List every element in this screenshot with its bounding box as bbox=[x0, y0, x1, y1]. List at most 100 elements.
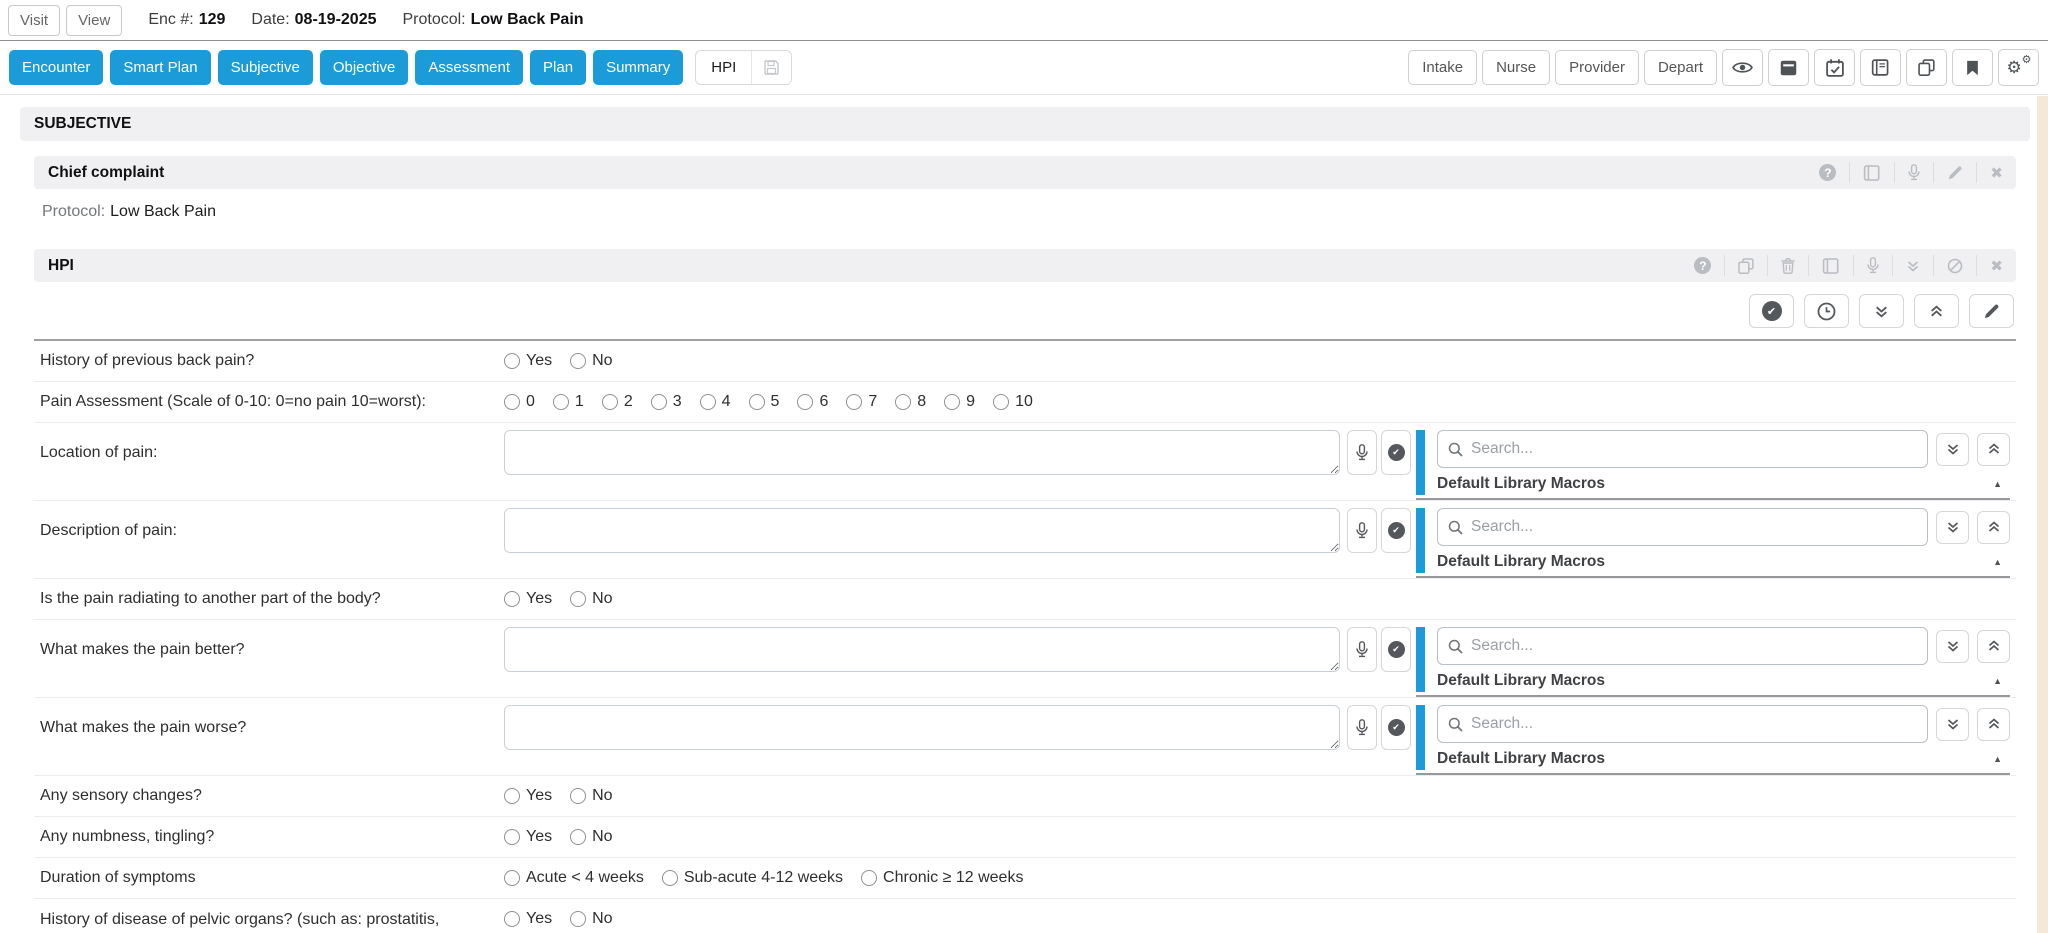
chevron-double-up-icon[interactable] bbox=[1914, 294, 1959, 328]
search-icon bbox=[1448, 442, 1463, 457]
macros-library-toggle[interactable]: Default Library Macros ▲ bbox=[1437, 743, 2010, 770]
nav-objective-button[interactable]: Objective bbox=[320, 50, 409, 85]
macro-search-input[interactable] bbox=[1471, 440, 1917, 458]
nav-smart-plan-button[interactable]: Smart Plan bbox=[110, 50, 210, 85]
depart-button[interactable]: Depart bbox=[1644, 50, 1717, 85]
tab-hpi[interactable]: HPI bbox=[695, 50, 792, 85]
microphone-icon[interactable] bbox=[1853, 255, 1892, 276]
macros-library-toggle[interactable]: Default Library Macros ▲ bbox=[1437, 468, 2010, 495]
chevron-double-down-icon[interactable] bbox=[1936, 708, 1969, 741]
radio-option-8[interactable]: 8 bbox=[895, 393, 926, 411]
help-icon[interactable]: ? bbox=[1806, 162, 1849, 183]
answer-textarea[interactable] bbox=[504, 705, 1340, 750]
radio-option-2[interactable]: 2 bbox=[602, 393, 633, 411]
trash-icon[interactable] bbox=[1767, 255, 1808, 276]
radio-option-5[interactable]: 5 bbox=[749, 393, 780, 411]
calendar-check-icon[interactable] bbox=[1814, 49, 1855, 86]
visit-button[interactable]: Visit bbox=[8, 5, 60, 36]
protocol-label: Protocol: bbox=[42, 203, 105, 220]
radio-option-subacute[interactable]: Sub-acute 4-12 weeks bbox=[662, 869, 843, 887]
answer-textarea[interactable] bbox=[504, 627, 1340, 672]
ban-icon[interactable] bbox=[1933, 255, 1976, 276]
chevron-double-up-icon[interactable] bbox=[1977, 630, 2010, 663]
nurse-button[interactable]: Nurse bbox=[1482, 50, 1550, 85]
radio-option-4[interactable]: 4 bbox=[700, 393, 731, 411]
chevron-double-down-icon[interactable] bbox=[1936, 433, 1969, 466]
chevron-double-down-icon[interactable] bbox=[1936, 511, 1969, 544]
view-button[interactable]: View bbox=[66, 5, 122, 36]
check-circle-icon[interactable]: ✔ bbox=[1381, 430, 1411, 475]
macro-search-input[interactable] bbox=[1471, 715, 1917, 733]
eye-icon[interactable] bbox=[1722, 49, 1763, 86]
microphone-icon[interactable] bbox=[1347, 508, 1377, 553]
check-circle-icon[interactable]: ✔ bbox=[1381, 705, 1411, 750]
radio-option-1[interactable]: 1 bbox=[553, 393, 584, 411]
nav-plan-button[interactable]: Plan bbox=[530, 50, 586, 85]
check-circle-icon[interactable]: ✔ bbox=[1381, 627, 1411, 672]
answer-textarea[interactable] bbox=[504, 430, 1340, 475]
search-icon bbox=[1448, 639, 1463, 654]
radio-option-0[interactable]: 0 bbox=[504, 393, 535, 411]
radio-option-yes[interactable]: Yes bbox=[504, 352, 552, 370]
pencil-icon[interactable] bbox=[1969, 294, 2014, 328]
radio-circle bbox=[602, 394, 618, 410]
chevron-double-up-icon[interactable] bbox=[1977, 708, 2010, 741]
radio-option-acute[interactable]: Acute < 4 weeks bbox=[504, 869, 644, 887]
toolbar: Encounter Smart Plan Subjective Objectiv… bbox=[0, 41, 2048, 95]
help-icon[interactable]: ? bbox=[1681, 255, 1724, 276]
bookmark-icon[interactable] bbox=[1952, 49, 1993, 86]
macro-search-input[interactable] bbox=[1471, 637, 1917, 655]
radio-option-yes[interactable]: Yes bbox=[504, 828, 552, 846]
radio-option-no[interactable]: No bbox=[570, 787, 612, 805]
microphone-icon[interactable] bbox=[1347, 430, 1377, 475]
help-glyph: ? bbox=[1694, 257, 1711, 274]
radio-option-no[interactable]: No bbox=[570, 828, 612, 846]
question-label: What makes the pain worse? bbox=[40, 705, 504, 740]
provider-button[interactable]: Provider bbox=[1555, 50, 1639, 85]
close-icon[interactable]: ✖ bbox=[1976, 255, 2016, 276]
check-circle-icon[interactable]: ✔ bbox=[1749, 294, 1794, 328]
copy-icon[interactable] bbox=[1724, 255, 1767, 276]
nav-assessment-button[interactable]: Assessment bbox=[415, 50, 523, 85]
answer-textarea[interactable] bbox=[504, 508, 1340, 553]
radio-option-3[interactable]: 3 bbox=[651, 393, 682, 411]
chevron-double-down-icon[interactable] bbox=[1936, 630, 1969, 663]
check-circle-icon[interactable]: ✔ bbox=[1381, 508, 1411, 553]
radio-option-no[interactable]: No bbox=[570, 910, 612, 928]
book-icon[interactable] bbox=[1860, 49, 1901, 86]
gears-icon[interactable]: ⚙⚙ bbox=[1998, 49, 2039, 86]
close-icon[interactable]: ✖ bbox=[1976, 162, 2016, 183]
microphone-icon[interactable] bbox=[1894, 162, 1933, 183]
nav-encounter-button[interactable]: Encounter bbox=[9, 50, 103, 85]
radio-option-yes[interactable]: Yes bbox=[504, 910, 552, 928]
radio-option-yes[interactable]: Yes bbox=[504, 787, 552, 805]
book-icon[interactable] bbox=[1808, 255, 1853, 276]
microphone-icon[interactable] bbox=[1347, 705, 1377, 750]
chevron-double-up-icon[interactable] bbox=[1977, 433, 2010, 466]
pencil-icon[interactable] bbox=[1933, 162, 1976, 183]
intake-button[interactable]: Intake bbox=[1408, 50, 1477, 85]
copy-icon[interactable] bbox=[1906, 49, 1947, 86]
clock-icon[interactable] bbox=[1804, 294, 1849, 328]
radio-option-7[interactable]: 7 bbox=[846, 393, 877, 411]
chevron-double-down-icon[interactable] bbox=[1892, 255, 1933, 276]
radio-option-no[interactable]: No bbox=[570, 590, 612, 608]
macros-library-toggle[interactable]: Default Library Macros ▲ bbox=[1437, 546, 2010, 573]
microphone-icon[interactable] bbox=[1347, 627, 1377, 672]
nav-subjective-button[interactable]: Subjective bbox=[218, 50, 313, 85]
book-icon[interactable] bbox=[1849, 162, 1894, 183]
radio-option-6[interactable]: 6 bbox=[797, 393, 828, 411]
hpi-action-row: ✔ bbox=[36, 294, 2014, 328]
chevron-double-up-icon[interactable] bbox=[1977, 511, 2010, 544]
macro-search-input[interactable] bbox=[1471, 518, 1917, 536]
radio-option-no[interactable]: No bbox=[570, 352, 612, 370]
chevron-double-down-icon[interactable] bbox=[1859, 294, 1904, 328]
archive-icon[interactable] bbox=[1768, 49, 1809, 86]
radio-option-10[interactable]: 10 bbox=[993, 393, 1033, 411]
macros-library-toggle[interactable]: Default Library Macros ▲ bbox=[1437, 665, 2010, 692]
radio-option-9[interactable]: 9 bbox=[944, 393, 975, 411]
radio-option-chronic[interactable]: Chronic ≥ 12 weeks bbox=[861, 869, 1023, 887]
radio-option-yes[interactable]: Yes bbox=[504, 590, 552, 608]
nav-summary-button[interactable]: Summary bbox=[593, 50, 683, 85]
save-icon[interactable] bbox=[751, 51, 791, 84]
